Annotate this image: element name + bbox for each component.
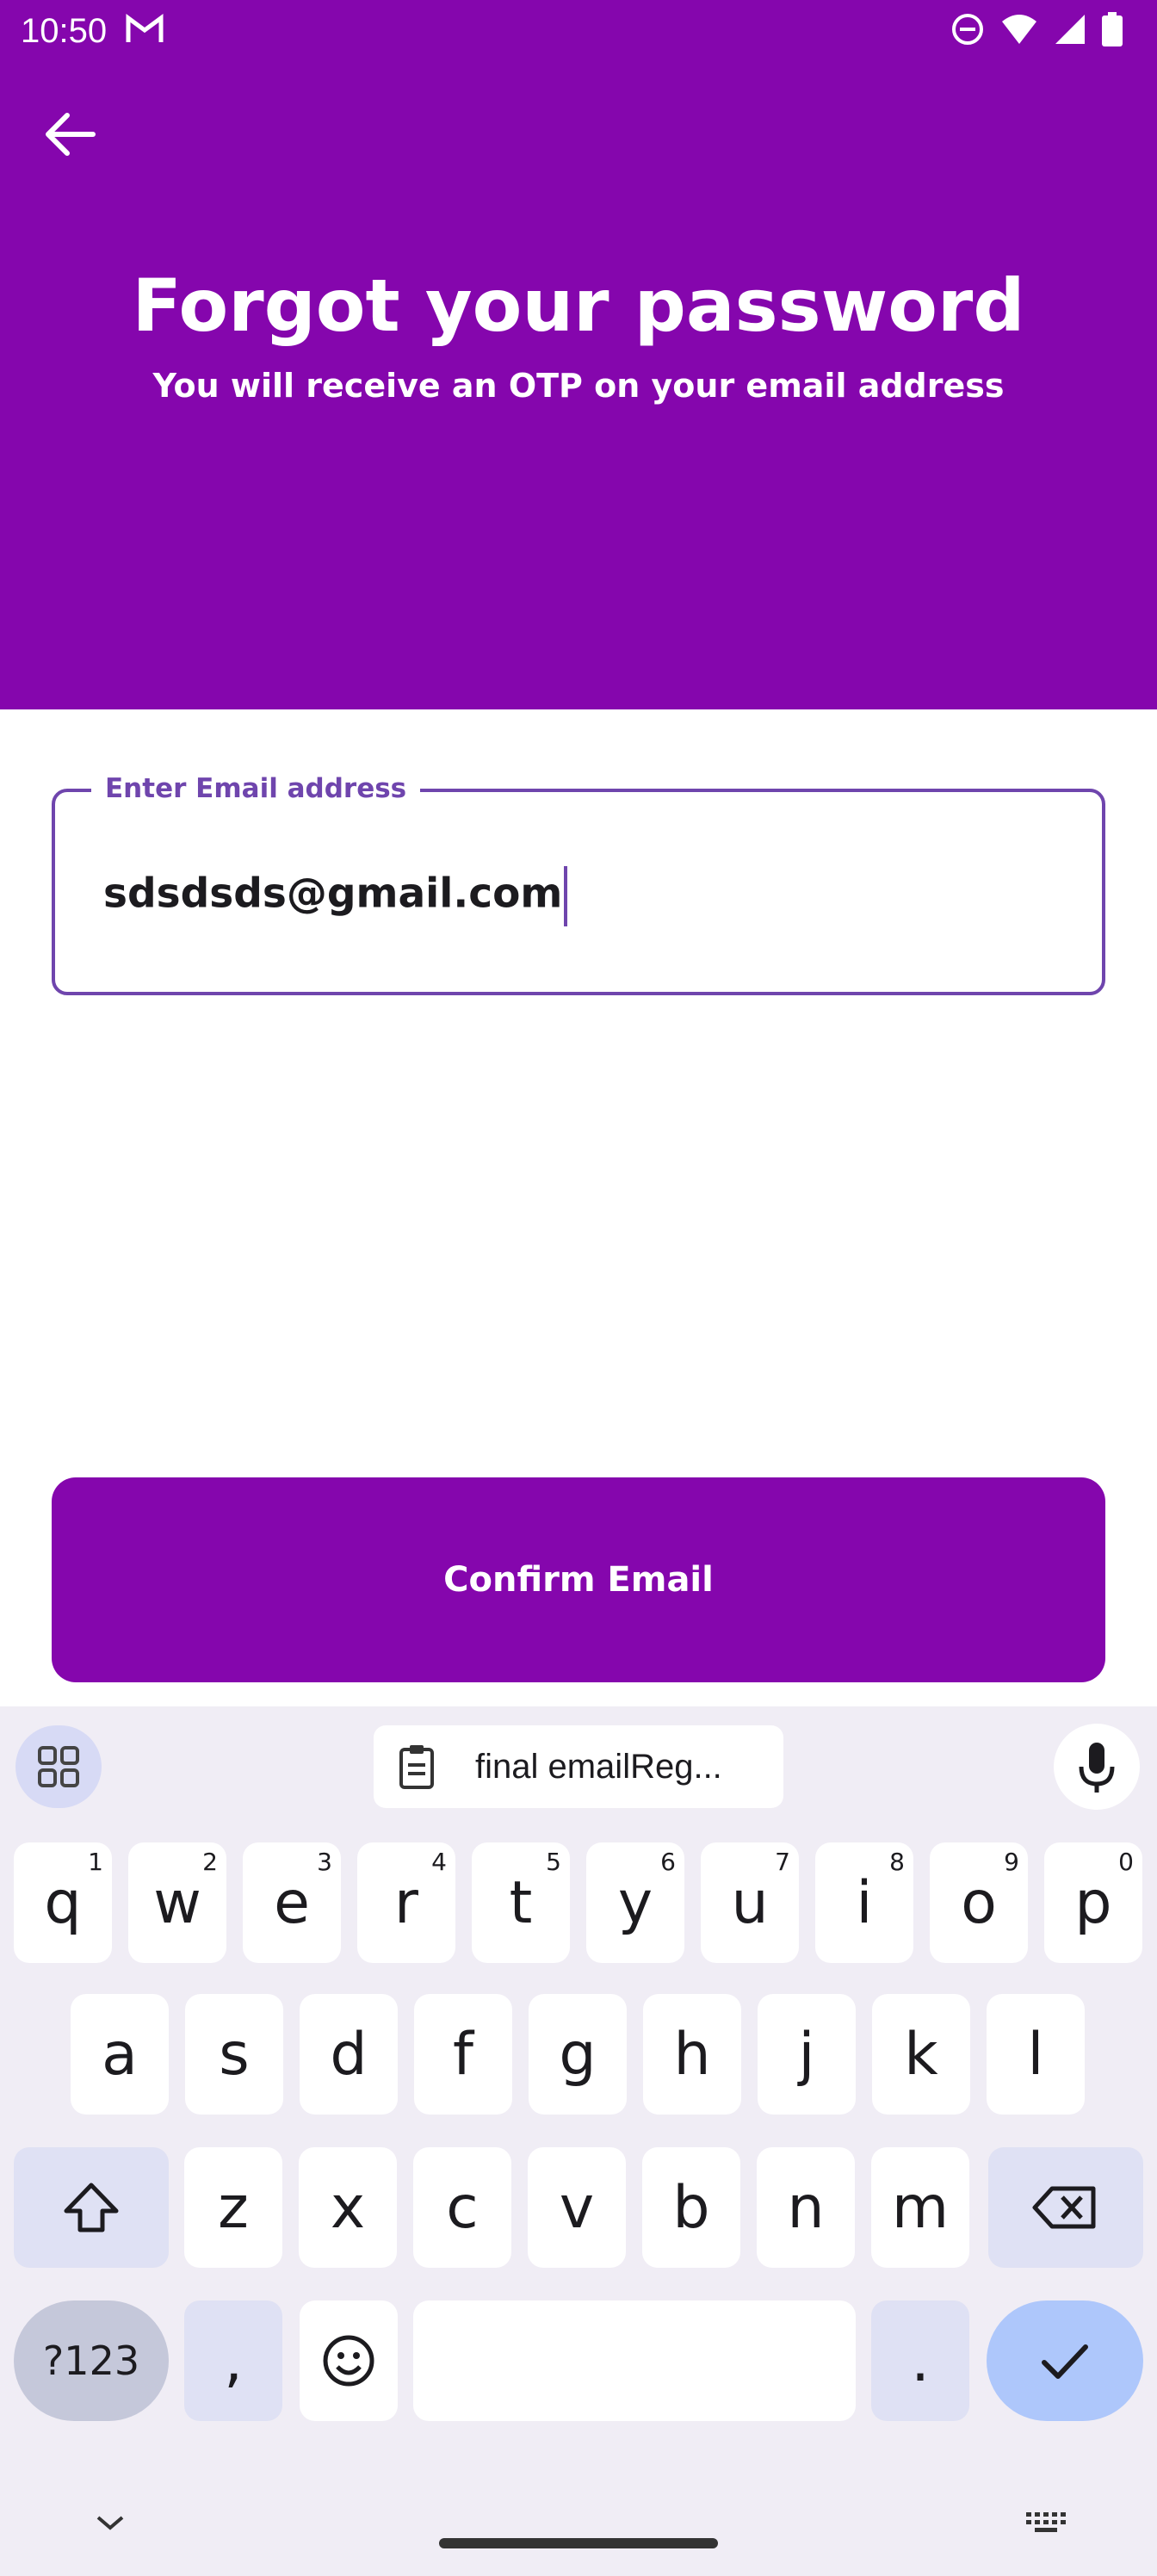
- key-z[interactable]: z: [184, 2147, 282, 2268]
- key-x[interactable]: x: [299, 2147, 397, 2268]
- checkmark-icon: [1042, 2344, 1088, 2379]
- voice-input-button[interactable]: [1054, 1724, 1140, 1810]
- key-e[interactable]: e3: [243, 1842, 341, 1963]
- battery-icon: [1102, 12, 1123, 46]
- key-g[interactable]: g: [529, 1994, 627, 2115]
- key-s[interactable]: s: [185, 1994, 283, 2115]
- key-v[interactable]: v: [528, 2147, 626, 2268]
- email-field-value[interactable]: sdsdsds@gmail.com: [103, 866, 568, 926]
- signal-icon: [1055, 15, 1085, 44]
- shift-key[interactable]: [14, 2147, 169, 2268]
- key-hint-9: 9: [1004, 1848, 1019, 1876]
- shift-icon: [64, 2183, 119, 2232]
- key-h[interactable]: h: [643, 1994, 741, 2115]
- key-r[interactable]: r4: [357, 1842, 455, 1963]
- page-subtitle: You will receive an OTP on your email ad…: [152, 367, 1005, 405]
- key-hint-4: 4: [431, 1848, 447, 1876]
- email-field-label: Enter Email address: [91, 773, 421, 804]
- enter-key[interactable]: [987, 2300, 1143, 2421]
- keyboard-toolbar: final emailReg...: [0, 1706, 1157, 1827]
- emoji-key[interactable]: [300, 2300, 398, 2421]
- confirm-email-button[interactable]: Confirm Email: [52, 1477, 1105, 1682]
- backspace-key[interactable]: [988, 2147, 1143, 2268]
- clipboard-suggestion[interactable]: final emailReg...: [374, 1725, 783, 1808]
- email-value-text: sdsdsds@gmail.com: [103, 870, 563, 918]
- hide-keyboard-icon[interactable]: [93, 2512, 127, 2533]
- key-y[interactable]: y6: [586, 1842, 684, 1963]
- key-j[interactable]: j: [758, 1994, 856, 2115]
- page-title: Forgot your password: [132, 263, 1025, 348]
- key-hint-0: 0: [1118, 1848, 1134, 1876]
- header: 10:50 Forgot your password You will rece…: [0, 0, 1157, 709]
- key-n[interactable]: n: [757, 2147, 855, 2268]
- keyboard-switch-icon[interactable]: [1024, 2511, 1069, 2535]
- text-cursor: [564, 866, 568, 926]
- key-l[interactable]: l: [987, 1994, 1085, 2115]
- key-p[interactable]: p0: [1044, 1842, 1142, 1963]
- key-d[interactable]: d: [300, 1994, 398, 2115]
- status-time: 10:50: [21, 12, 108, 50]
- key-k[interactable]: k: [872, 1994, 970, 2115]
- key-a[interactable]: a: [71, 1994, 169, 2115]
- key-hint-8: 8: [889, 1848, 905, 1876]
- key-w[interactable]: w2: [128, 1842, 226, 1963]
- clipboard-text: final emailReg...: [475, 1748, 722, 1786]
- symbols-key[interactable]: ?123: [14, 2300, 169, 2421]
- key-m[interactable]: m: [871, 2147, 969, 2268]
- key-t[interactable]: t5: [472, 1842, 570, 1963]
- key-b[interactable]: b: [642, 2147, 740, 2268]
- period-key[interactable]: .: [871, 2300, 969, 2421]
- emoji-icon: [323, 2335, 374, 2387]
- key-hint-6: 6: [660, 1848, 676, 1876]
- keyboard-menu-button[interactable]: [15, 1725, 102, 1808]
- key-q[interactable]: q1: [14, 1842, 112, 1963]
- home-gesture-bar[interactable]: [439, 2538, 718, 2548]
- status-icons: [950, 12, 1123, 46]
- key-o[interactable]: o9: [930, 1842, 1028, 1963]
- key-hint-2: 2: [202, 1848, 218, 1876]
- backspace-icon: [1032, 2186, 1096, 2229]
- grid-icon: [38, 1746, 79, 1787]
- wifi-icon: [1002, 15, 1036, 44]
- clipboard-icon: [399, 1745, 434, 1789]
- key-u[interactable]: u7: [701, 1842, 799, 1963]
- key-f[interactable]: f: [414, 1994, 512, 2115]
- back-arrow-icon[interactable]: [40, 107, 102, 162]
- key-i[interactable]: i8: [815, 1842, 913, 1963]
- key-hint-5: 5: [546, 1848, 561, 1876]
- mic-icon: [1079, 1743, 1115, 1793]
- space-key[interactable]: [413, 2300, 856, 2421]
- navigation-bar: [0, 2462, 1157, 2576]
- key-c[interactable]: c: [413, 2147, 511, 2268]
- gmail-icon: [126, 14, 164, 42]
- keyboard: final emailReg... q1w2e3r4t5y6u7i8o9p0 as…: [0, 1706, 1157, 2576]
- dnd-icon: [952, 14, 983, 45]
- comma-key[interactable]: ,: [184, 2300, 282, 2421]
- key-hint-1: 1: [88, 1848, 103, 1876]
- key-hint-3: 3: [317, 1848, 332, 1876]
- key-hint-7: 7: [775, 1848, 790, 1876]
